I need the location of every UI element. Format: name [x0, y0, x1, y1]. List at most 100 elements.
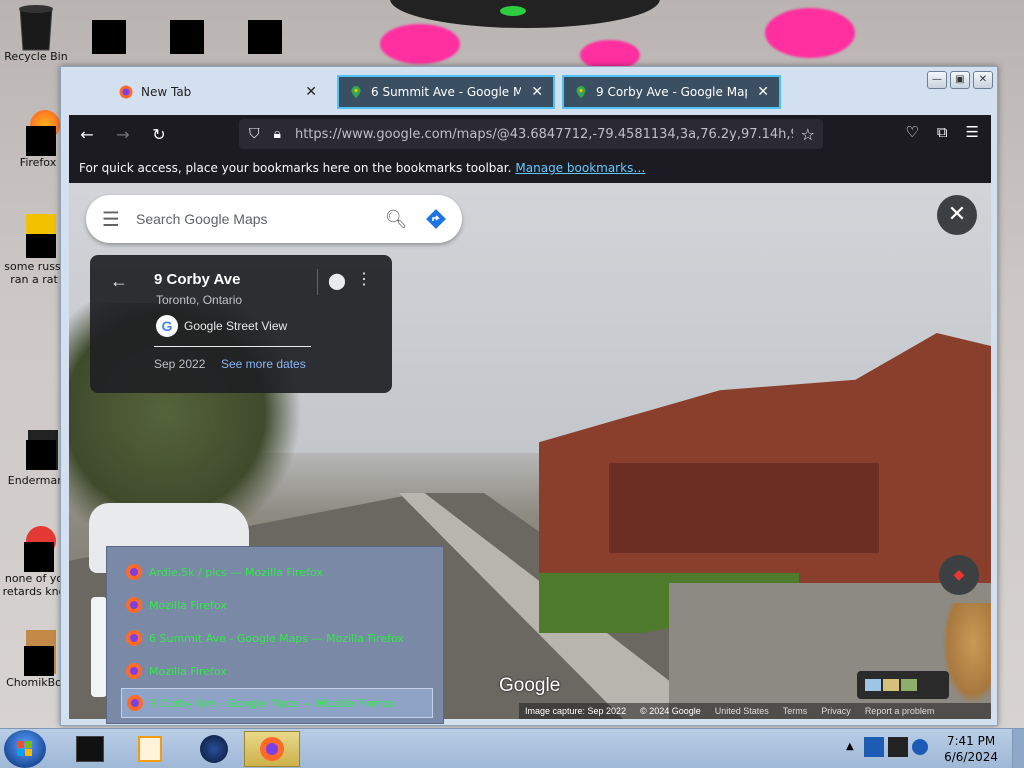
- menu-icon[interactable]: ☰: [966, 123, 979, 141]
- minimap-thumbnails[interactable]: [857, 671, 949, 699]
- copyright-text: © 2024 Google: [640, 706, 701, 716]
- navigation-toolbar: ← → ↻ ⛉ 🔒︎ https://www.google.com/maps/@…: [69, 115, 991, 153]
- bookmarks-hint: For quick access, place your bookmarks h…: [79, 161, 512, 175]
- manage-bookmarks-link[interactable]: Manage bookmarks…: [515, 161, 645, 175]
- location-info-card: ← 9 Corby Ave Toronto, Ontario ⬤ ⋮ G Goo…: [90, 255, 392, 393]
- taskbar: ▲ 7:41 PM 6/6/2024: [0, 728, 1024, 768]
- location-pin-icon[interactable]: ⬤: [328, 271, 346, 291]
- clock[interactable]: 7:41 PM 6/6/2024: [944, 733, 998, 765]
- firefox-icon: [126, 564, 142, 580]
- maps-search-box[interactable]: ☰ Search Google Maps 🔍︎: [86, 195, 462, 243]
- forward-button[interactable]: →: [105, 125, 141, 144]
- tab-label: 6 Summit Ave - Google Maps: [371, 85, 522, 99]
- chrome-icon: [12, 526, 56, 572]
- window-list-label: Ardie.5k / pics — Mozilla Firefox: [149, 565, 323, 579]
- window-list-item[interactable]: 6 Summit Ave - Google Maps — Mozilla Fir…: [121, 623, 433, 653]
- taskbar-app-1[interactable]: [62, 731, 118, 767]
- url-bar[interactable]: ⛉ 🔒︎ https://www.google.com/maps/@43.684…: [239, 119, 823, 149]
- security-icon[interactable]: [864, 737, 884, 757]
- see-more-dates-link[interactable]: See more dates: [221, 357, 306, 371]
- place-subtitle: Toronto, Ontario: [156, 293, 243, 307]
- thumbnail[interactable]: [883, 679, 899, 691]
- panorama-porch: [609, 463, 879, 553]
- google-maps-pin-icon: [576, 86, 586, 98]
- maximize-button[interactable]: ▣: [950, 71, 970, 89]
- country-link[interactable]: United States: [715, 706, 769, 716]
- privacy-link[interactable]: Privacy: [821, 706, 851, 716]
- source-label: Google Street View: [184, 319, 288, 333]
- tray-expand-icon[interactable]: ▲: [846, 741, 854, 752]
- taskbar-firefox[interactable]: [244, 731, 300, 767]
- street-view-zoom-control[interactable]: [91, 597, 107, 697]
- desktop-icon-censored: [170, 20, 204, 54]
- tracking-shield-icon[interactable]: ⛉: [249, 126, 260, 142]
- window-list-label: Mozilla Firefox: [149, 664, 227, 678]
- close-window-button[interactable]: ✕: [973, 71, 993, 89]
- taskbar-media-player[interactable]: [122, 731, 178, 767]
- minimize-button[interactable]: —: [927, 71, 947, 89]
- bookmark-star-icon[interactable]: ☆: [801, 125, 815, 144]
- pocket-icon[interactable]: ♡: [905, 123, 918, 141]
- tab-9-corby-ave[interactable]: 9 Corby Ave - Google Maps ✕: [562, 75, 781, 109]
- card-separator: [154, 346, 311, 347]
- start-button[interactable]: [4, 730, 46, 768]
- clock-date: 6/6/2024: [944, 750, 998, 764]
- tab-close-icon[interactable]: ✕: [531, 84, 543, 100]
- desktop-icon-file[interactable]: some russi ran a rat: [2, 214, 66, 286]
- terms-link[interactable]: Terms: [783, 706, 808, 716]
- image-capture-text: Image capture: Sep 2022: [525, 706, 627, 716]
- thumbnail[interactable]: [865, 679, 881, 691]
- more-options-icon[interactable]: ⋮: [356, 269, 372, 289]
- lock-icon[interactable]: 🔒︎: [274, 126, 281, 142]
- firefox-icon: [16, 110, 60, 156]
- system-tray: ▲ 7:41 PM 6/6/2024: [840, 729, 1024, 768]
- extensions-icon[interactable]: ⧉: [937, 123, 948, 141]
- tab-new-tab[interactable]: New Tab ✕: [109, 75, 327, 109]
- thumbnail[interactable]: [901, 679, 917, 691]
- window-list-item-selected[interactable]: 9 Corby Ave - Google Maps — Mozilla Fire…: [121, 688, 433, 718]
- tab-close-icon[interactable]: ✕: [757, 84, 769, 100]
- maps-menu-icon[interactable]: ☰: [86, 207, 136, 231]
- window-list-label: Mozilla Firefox: [149, 598, 227, 612]
- show-desktop-button[interactable]: [1012, 729, 1024, 768]
- tab-6-summit-ave[interactable]: 6 Summit Ave - Google Maps ✕: [337, 75, 555, 109]
- firefox-icon: [260, 737, 284, 761]
- back-arrow-icon[interactable]: ←: [110, 271, 128, 292]
- wallpaper-heart: [765, 8, 855, 58]
- url-text[interactable]: https://www.google.com/maps/@43.6847712,…: [295, 127, 793, 142]
- window-list-item[interactable]: Mozilla Firefox: [121, 656, 433, 686]
- desktop-icon-recycle-bin[interactable]: Recycle Bin: [4, 4, 68, 63]
- desktop-icon-label: ChomikBo: [6, 676, 62, 689]
- window-list-item[interactable]: Mozilla Firefox: [121, 590, 433, 620]
- capture-date: Sep 2022: [154, 357, 206, 371]
- tab-strip: New Tab ✕ 6 Summit Ave - Google Maps ✕ 9…: [61, 67, 997, 115]
- tab-label: New Tab: [141, 85, 192, 99]
- desktop-icon-chrome[interactable]: none of yo retards kno: [2, 526, 66, 598]
- reload-button[interactable]: ↻: [141, 125, 177, 144]
- compass-icon[interactable]: ◆: [939, 555, 979, 595]
- search-icon[interactable]: 🔍︎: [374, 209, 418, 230]
- taskbar-app-3[interactable]: [186, 731, 242, 767]
- window-list-item[interactable]: Ardie.5k / pics — Mozilla Firefox: [121, 557, 433, 587]
- directions-icon[interactable]: [418, 201, 454, 237]
- google-maps-pin-icon: [351, 86, 361, 98]
- firefox-icon: [126, 630, 142, 646]
- desktop-icon-chomik[interactable]: ChomikBo: [2, 630, 66, 689]
- back-button[interactable]: ←: [69, 125, 105, 144]
- tab-label: 9 Corby Ave - Google Maps: [596, 85, 748, 99]
- desktop-icon-censored: [248, 20, 282, 54]
- report-problem-link[interactable]: Report a problem: [865, 706, 935, 716]
- desktop-icon-enderman[interactable]: Enderman: [4, 428, 68, 487]
- network-icon[interactable]: [888, 737, 908, 757]
- window-list-label: 6 Summit Ave - Google Maps — Mozilla Fir…: [149, 631, 404, 645]
- card-divider: [317, 269, 318, 295]
- desktop-icon-label: Enderman: [7, 474, 65, 487]
- close-street-view-button[interactable]: ✕: [937, 195, 977, 235]
- tab-close-icon[interactable]: ✕: [305, 84, 317, 100]
- file-icon: [12, 214, 56, 258]
- volume-icon[interactable]: [912, 739, 928, 755]
- search-placeholder[interactable]: Search Google Maps: [136, 211, 374, 227]
- recycle-bin-icon: [14, 4, 58, 51]
- firefox-icon: [126, 663, 142, 679]
- desktop-icon-label: some russi ran a rat: [4, 260, 64, 286]
